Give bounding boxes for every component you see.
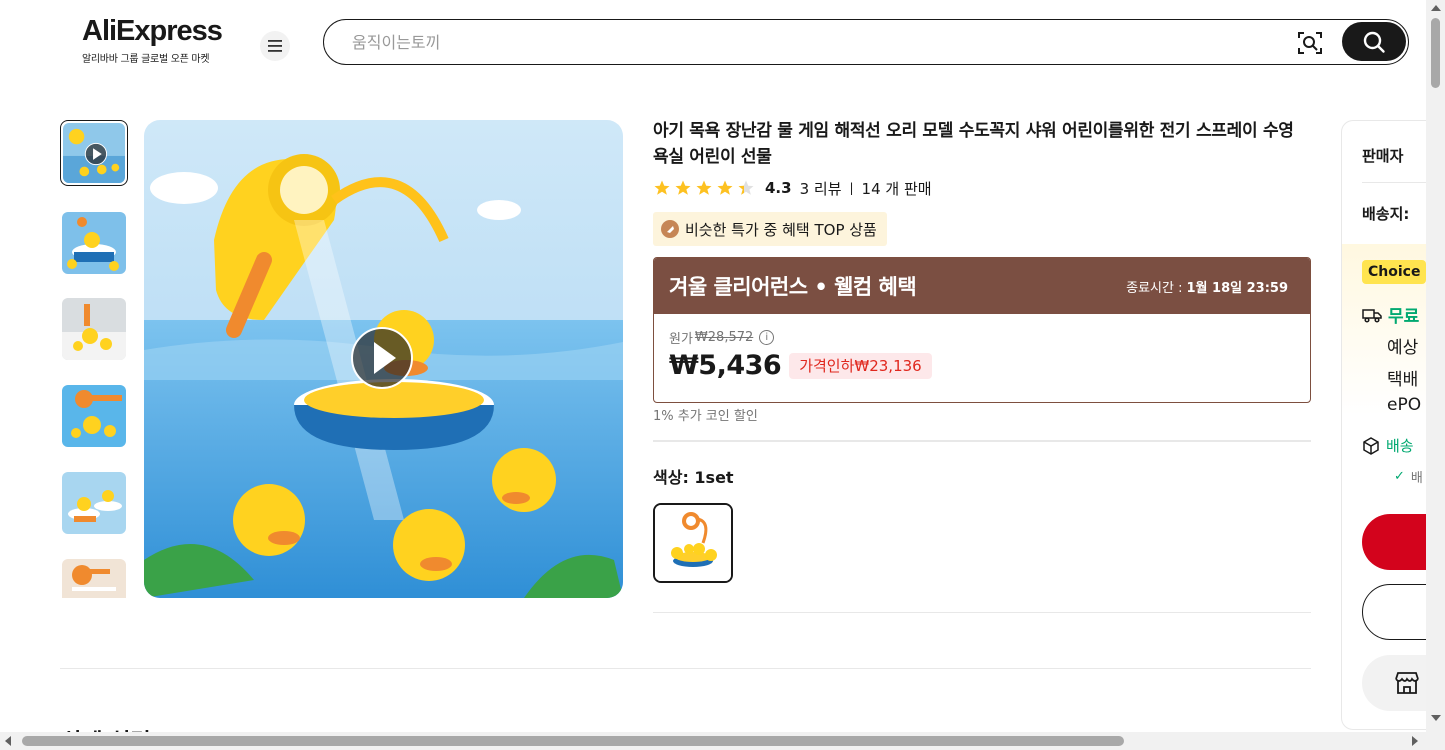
- thumbnail-image: [62, 385, 126, 447]
- choice-badge: Choice: [1362, 260, 1427, 284]
- horizontal-scrollbar[interactable]: [0, 732, 1426, 750]
- promo-end-value: 1월 18일 23:59: [1186, 280, 1289, 296]
- scroll-right-arrow[interactable]: [1412, 736, 1418, 746]
- ship-to-label[interactable]: 배송지:: [1362, 203, 1409, 224]
- delivery-guarantee-label: 배송: [1386, 437, 1414, 455]
- logo-subtitle: 알리바바 그룹 글로벌 오픈 마켓: [82, 54, 210, 65]
- menu-button[interactable]: [260, 31, 290, 61]
- aliexpress-logo[interactable]: AliExpress 알리바바 그룹 글로벌 오픈 마켓: [82, 14, 242, 65]
- review-count[interactable]: 3 리뷰: [800, 178, 842, 199]
- promo-banner: 겨울 클리어런스 • 웰컴 혜택 종료시간 :1월 18일 23:59: [654, 258, 1310, 314]
- thumbnail-5[interactable]: [60, 470, 128, 536]
- sold-count: 14 개 판매: [861, 179, 932, 198]
- store-icon: [1395, 672, 1419, 694]
- divider: [60, 668, 1311, 669]
- main-product-image[interactable]: [144, 120, 623, 598]
- camera-search-icon: [1298, 32, 1322, 54]
- promo-end-label: 종료시간 :: [1126, 280, 1183, 296]
- product-title: 아기 목욕 장난감 물 게임 해적선 오리 모델 수도꼭지 샤워 어린이를위한 …: [653, 121, 1294, 167]
- search-icon: [1363, 31, 1385, 53]
- thumbnail-image: [62, 472, 126, 534]
- divider: [653, 440, 1311, 442]
- logo-text: AliExpress: [82, 15, 223, 47]
- current-price: ₩5,436: [669, 350, 782, 381]
- separator: |: [849, 181, 854, 195]
- vertical-scroll-thumb[interactable]: [1431, 18, 1440, 88]
- price-box: 겨울 클리어런스 • 웰컴 혜택 종료시간 :1월 18일 23:59 원가 ₩…: [653, 257, 1311, 403]
- promo-end-time: 종료시간 :1월 18일 23:59: [1126, 277, 1288, 296]
- delivery-guarantee-row[interactable]: 배송: [1362, 435, 1414, 456]
- thumbnail-2[interactable]: [60, 210, 128, 276]
- original-price: ₩28,572: [694, 330, 754, 345]
- image-search-button[interactable]: [1296, 29, 1324, 57]
- star-rating: [653, 179, 755, 197]
- thumbnail-4[interactable]: [60, 383, 128, 449]
- epost-text: ePO: [1387, 395, 1422, 415]
- thumbnail-image: [62, 559, 126, 598]
- scroll-down-arrow[interactable]: [1431, 715, 1441, 721]
- coin-discount-note: 1% 추가 코인 할인: [653, 409, 758, 424]
- check-icon: ✓: [1394, 469, 1405, 484]
- product-photo: [144, 120, 623, 598]
- rating-value: 4.3: [765, 179, 792, 197]
- price-row: ₩5,436 가격인하₩23,136: [669, 350, 932, 381]
- info-icon[interactable]: i: [759, 330, 775, 345]
- star-icon: [654, 180, 670, 195]
- rating-row[interactable]: 4.3 3 리뷰 | 14 개 판매: [653, 176, 932, 200]
- search-input[interactable]: [352, 30, 1252, 54]
- color-label: 색상: 1set: [653, 468, 734, 487]
- star-icon: [717, 180, 733, 195]
- guarantee-item: ✓ 배: [1394, 467, 1423, 486]
- search-bar: [323, 19, 1409, 65]
- guarantee-text: 배: [1410, 471, 1423, 486]
- truck-icon: [1362, 308, 1382, 323]
- color-option-1set[interactable]: [653, 503, 733, 583]
- thumbnail-3[interactable]: [60, 296, 128, 362]
- horizontal-scroll-thumb[interactable]: [22, 736, 1124, 746]
- swatch-image: [655, 505, 731, 581]
- delivery-estimate: 예상: [1387, 338, 1419, 358]
- discount-badge: 가격인하₩23,136: [789, 352, 932, 379]
- half-star-icon: [738, 180, 754, 195]
- star-icon: [696, 180, 712, 195]
- scroll-up-arrow[interactable]: [1431, 5, 1441, 11]
- badge-text: 비슷한 특가 중 혜택 TOP 상품: [685, 220, 877, 239]
- scrollbar-corner: [1426, 732, 1445, 750]
- original-price-row: 원가 ₩28,572 i: [669, 328, 775, 347]
- thumbnail-6[interactable]: [60, 557, 128, 598]
- free-shipping-label: 무료: [1388, 307, 1420, 327]
- original-price-label: 원가: [669, 332, 693, 347]
- thumbnail-video[interactable]: [60, 120, 128, 186]
- box-icon: [1363, 436, 1379, 455]
- tag-icon: [661, 220, 679, 238]
- seller-label[interactable]: 판매자: [1362, 145, 1403, 166]
- top-deal-badge: 비슷한 특가 중 혜택 TOP 상품: [653, 212, 887, 246]
- scroll-left-arrow[interactable]: [5, 736, 11, 746]
- vertical-scrollbar[interactable]: [1426, 0, 1445, 750]
- thumbnail-list: [60, 120, 128, 598]
- product-page: AliExpress 알리바바 그룹 글로벌 오픈 마켓 움직이는토끼 아기 목…: [0, 0, 1445, 750]
- free-shipping-row: 무료: [1362, 302, 1419, 327]
- thumbnail-image: [62, 298, 126, 360]
- star-icon: [675, 180, 691, 195]
- thumbnail-image: [63, 123, 125, 184]
- hamburger-icon: [268, 40, 282, 52]
- thumbnail-image: [62, 212, 126, 274]
- promo-title: 겨울 클리어런스 • 웰컴 혜택: [669, 275, 917, 299]
- courier-text: 택배: [1387, 370, 1419, 390]
- divider: [653, 612, 1311, 613]
- search-button[interactable]: [1342, 22, 1406, 61]
